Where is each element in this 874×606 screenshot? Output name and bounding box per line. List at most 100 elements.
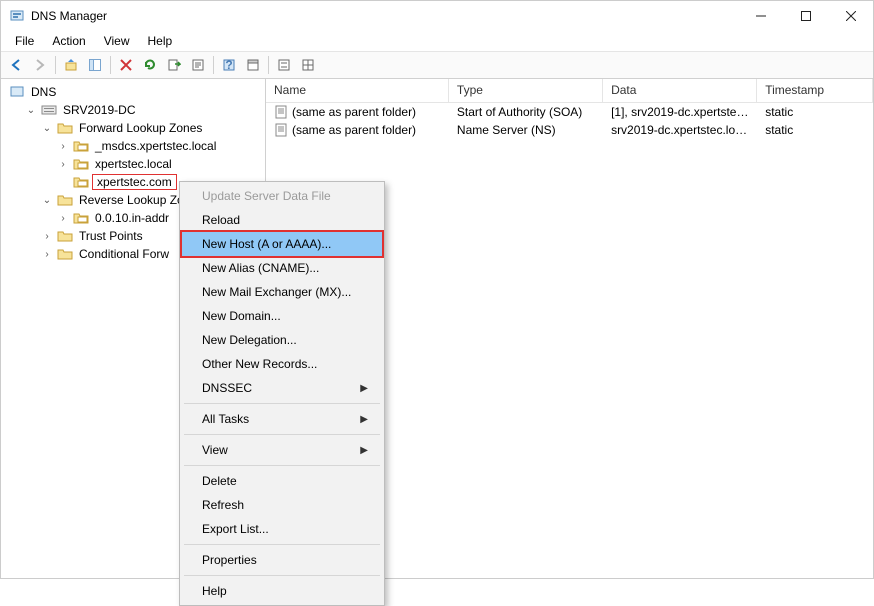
column-header-timestamp[interactable]: Timestamp bbox=[757, 79, 873, 102]
record-row[interactable]: (same as parent folder) Start of Authori… bbox=[266, 103, 873, 121]
list-body[interactable]: (same as parent folder) Start of Authori… bbox=[266, 103, 873, 139]
properties-button[interactable] bbox=[187, 54, 209, 76]
expander-icon[interactable]: › bbox=[57, 159, 69, 170]
list-button[interactable] bbox=[297, 54, 319, 76]
tree-server[interactable]: ⌄ SRV2019-DC bbox=[23, 101, 263, 119]
record-type-cell: Start of Authority (SOA) bbox=[449, 104, 603, 120]
tree-label: Forward Lookup Zones bbox=[77, 121, 204, 135]
cm-refresh[interactable]: Refresh bbox=[182, 493, 382, 517]
cm-new-domain[interactable]: New Domain... bbox=[182, 304, 382, 328]
tree-label: 0.0.10.in-addr bbox=[93, 211, 171, 225]
expander-icon[interactable]: ⌄ bbox=[41, 123, 53, 134]
submenu-arrow-icon: ▶ bbox=[360, 383, 368, 394]
cm-delete[interactable]: Delete bbox=[182, 469, 382, 493]
record-timestamp-cell: static bbox=[757, 122, 873, 138]
record-timestamp-cell: static bbox=[757, 104, 873, 120]
cm-help[interactable]: Help bbox=[182, 579, 382, 603]
column-header-name[interactable]: Name bbox=[266, 79, 449, 102]
tree-label: Trust Points bbox=[77, 229, 145, 243]
expander-icon[interactable]: › bbox=[41, 231, 53, 242]
tree-zone-msdcs[interactable]: › _msdcs.xpertstec.local bbox=[55, 137, 263, 155]
record-data-cell: [1], srv2019-dc.xpertstec.l... bbox=[603, 104, 757, 120]
menu-help[interactable]: Help bbox=[140, 32, 181, 50]
cm-update-server-data-file: Update Server Data File bbox=[182, 184, 382, 208]
toolbar-separator bbox=[268, 56, 269, 74]
cm-new-host[interactable]: New Host (A or AAAA)... bbox=[182, 232, 382, 256]
record-row[interactable]: (same as parent folder) Name Server (NS)… bbox=[266, 121, 873, 139]
cm-reload[interactable]: Reload bbox=[182, 208, 382, 232]
cm-new-alias[interactable]: New Alias (CNAME)... bbox=[182, 256, 382, 280]
window-title: DNS Manager bbox=[31, 9, 107, 23]
tree-root-dns[interactable]: DNS bbox=[7, 83, 263, 101]
record-data-cell: srv2019-dc.xpertstec.local. bbox=[603, 122, 757, 138]
back-button[interactable] bbox=[5, 54, 27, 76]
minimize-button[interactable] bbox=[738, 1, 783, 31]
cm-export-list[interactable]: Export List... bbox=[182, 517, 382, 541]
refresh-button[interactable] bbox=[139, 54, 161, 76]
menu-file[interactable]: File bbox=[7, 32, 42, 50]
cm-label: DNSSEC bbox=[202, 381, 252, 395]
cm-dnssec[interactable]: DNSSEC ▶ bbox=[182, 376, 382, 400]
up-button[interactable] bbox=[60, 54, 82, 76]
close-button[interactable] bbox=[828, 1, 873, 31]
expander-icon[interactable]: ⌄ bbox=[41, 195, 53, 206]
folder-icon bbox=[57, 247, 73, 261]
cm-label: New Alias (CNAME)... bbox=[202, 261, 319, 275]
cm-label: Properties bbox=[202, 553, 257, 567]
export-button[interactable] bbox=[163, 54, 185, 76]
cm-view[interactable]: View▶ bbox=[182, 438, 382, 462]
record-name-cell: (same as parent folder) bbox=[266, 122, 449, 139]
cm-separator bbox=[184, 434, 380, 435]
tree-zone-local[interactable]: ›xpertstec.local bbox=[55, 155, 263, 173]
expander-icon[interactable]: › bbox=[57, 141, 69, 152]
svg-text:?: ? bbox=[225, 58, 232, 72]
cm-new-mx[interactable]: New Mail Exchanger (MX)... bbox=[182, 280, 382, 304]
maximize-button[interactable] bbox=[783, 1, 828, 31]
cm-label: Delete bbox=[202, 474, 237, 488]
cm-label: Refresh bbox=[202, 498, 244, 512]
cm-label: New Host (A or AAAA)... bbox=[202, 237, 331, 251]
column-header-data[interactable]: Data bbox=[603, 79, 757, 102]
column-header-type[interactable]: Type bbox=[449, 79, 603, 102]
tree-label: Conditional Forw bbox=[77, 247, 171, 261]
forward-button[interactable] bbox=[29, 54, 51, 76]
zone-icon bbox=[73, 157, 89, 171]
tree-forward-zones[interactable]: ⌄ Forward Lookup Zones bbox=[39, 119, 263, 137]
app-icon bbox=[9, 8, 25, 24]
dns-icon bbox=[9, 84, 25, 100]
filter-button[interactable] bbox=[273, 54, 295, 76]
delete-button[interactable] bbox=[115, 54, 137, 76]
toolbar: ? bbox=[1, 51, 873, 79]
tree-label: _msdcs.xpertstec.local bbox=[93, 139, 218, 153]
toolbar-separator bbox=[213, 56, 214, 74]
cm-separator bbox=[184, 544, 380, 545]
expander-icon[interactable]: › bbox=[57, 213, 69, 224]
tree-label: SRV2019-DC bbox=[61, 103, 137, 117]
cm-properties[interactable]: Properties bbox=[182, 548, 382, 572]
menu-action[interactable]: Action bbox=[44, 32, 93, 50]
cm-new-delegation[interactable]: New Delegation... bbox=[182, 328, 382, 352]
cm-all-tasks[interactable]: All Tasks▶ bbox=[182, 407, 382, 431]
list-header: Name Type Data Timestamp bbox=[266, 79, 873, 103]
show-hide-tree-button[interactable] bbox=[84, 54, 106, 76]
cm-label: Other New Records... bbox=[202, 357, 317, 371]
cm-other-new-records[interactable]: Other New Records... bbox=[182, 352, 382, 376]
cm-label: New Mail Exchanger (MX)... bbox=[202, 285, 351, 299]
new-window-button[interactable] bbox=[242, 54, 264, 76]
cm-label: Update Server Data File bbox=[202, 189, 331, 203]
context-menu: Update Server Data File Reload New Host … bbox=[179, 181, 385, 606]
cm-label: Help bbox=[202, 584, 227, 598]
folder-icon bbox=[57, 121, 73, 135]
menu-bar: File Action View Help bbox=[1, 31, 873, 51]
submenu-arrow-icon: ▶ bbox=[360, 414, 368, 425]
cm-label: New Delegation... bbox=[202, 333, 297, 347]
zone-icon bbox=[73, 139, 89, 153]
record-type-cell: Name Server (NS) bbox=[449, 122, 603, 138]
cm-label: New Domain... bbox=[202, 309, 281, 323]
expander-icon[interactable]: ⌄ bbox=[25, 105, 37, 116]
menu-view[interactable]: View bbox=[96, 32, 138, 50]
expander-icon[interactable]: › bbox=[41, 249, 53, 260]
help-button[interactable]: ? bbox=[218, 54, 240, 76]
zone-icon bbox=[73, 211, 89, 225]
server-icon bbox=[41, 103, 57, 117]
